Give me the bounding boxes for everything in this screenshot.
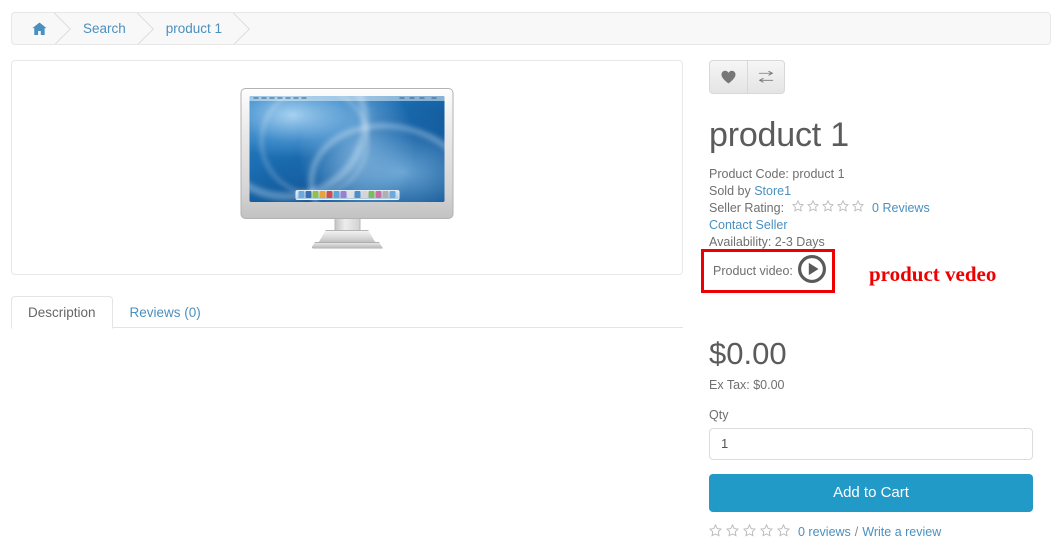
product-main-image[interactable] [240,87,454,249]
seller-rating-label: Seller Rating: [709,201,785,216]
sold-by-row: Sold by Store1 [709,183,1033,200]
star-icon [776,523,791,538]
monitor-screen [249,95,445,202]
home-icon [32,22,47,36]
star-icon [851,200,865,217]
product-tabs: Description Reviews (0) [11,296,683,329]
monitor-stand [318,229,376,244]
tab-content-panel [11,329,683,389]
breadcrumb-product[interactable]: product 1 [148,13,244,44]
product-action-buttons [709,60,1033,94]
product-review-row: 0 reviews / Write a review [708,523,1033,538]
star-icon [806,200,820,217]
monitor-base [311,241,383,249]
breadcrumb: Search product 1 [11,12,1051,45]
product-code-label: Product Code: [709,167,789,182]
breadcrumb-home[interactable] [12,13,65,44]
star-icon [725,523,740,538]
store-link[interactable]: Store1 [754,183,791,200]
star-icon [708,523,723,538]
reviews-count-link[interactable]: 0 reviews [798,525,851,538]
add-to-cart-button[interactable]: Add to Cart [709,473,1033,512]
product-video-highlight-box: Product video: [701,249,835,293]
annotation-label: product vedeo [869,262,997,286]
product-video-label: Product video: [713,264,793,278]
tab-reviews[interactable]: Reviews (0) [113,296,218,328]
heart-icon [721,70,736,84]
product-code-row: Product Code: product 1 [709,166,1033,183]
star-icon [791,200,805,217]
play-circle-icon[interactable] [797,254,826,288]
monitor-menubar [249,95,445,101]
sold-by-label: Sold by [709,184,751,199]
product-code-value: product 1 [792,167,845,182]
product-rating-stars [708,523,791,538]
star-icon [742,523,757,538]
add-to-wishlist-button[interactable] [709,60,747,94]
qty-label: Qty [709,407,729,422]
product-image-panel [11,60,683,275]
star-icon [836,200,850,217]
monitor-dock [295,189,399,200]
contact-seller-row: Contact Seller [709,217,1033,234]
star-icon [759,523,774,538]
product-page: Search product 1 Description Reviews (0)… [0,0,1062,538]
qty-input[interactable] [709,427,1033,460]
seller-rating-stars [791,200,865,217]
seller-reviews-link[interactable]: 0 Reviews [872,200,930,217]
page-title: product 1 [709,116,849,154]
product-price: $0.00 [709,336,787,372]
product-ex-tax: Ex Tax: $0.00 [709,377,785,392]
product-info-column: product 1 Product Code: product 1 Sold b… [701,60,1033,538]
exchange-icon [758,70,774,84]
compare-button[interactable] [747,60,785,94]
write-review-link[interactable]: Write a review [862,525,941,538]
price-block: $0.00 Ex Tax: $0.00 [709,338,1033,392]
star-icon [821,200,835,217]
seller-rating-row: Seller Rating: 0 Reviews [709,200,1033,217]
reviews-separator: / [854,524,859,538]
contact-seller-link[interactable]: Contact Seller [709,217,788,234]
product-meta-list: Product Code: product 1 Sold by Store1 S… [709,166,1033,251]
breadcrumb-search[interactable]: Search [65,13,148,44]
tab-description[interactable]: Description [11,296,113,329]
